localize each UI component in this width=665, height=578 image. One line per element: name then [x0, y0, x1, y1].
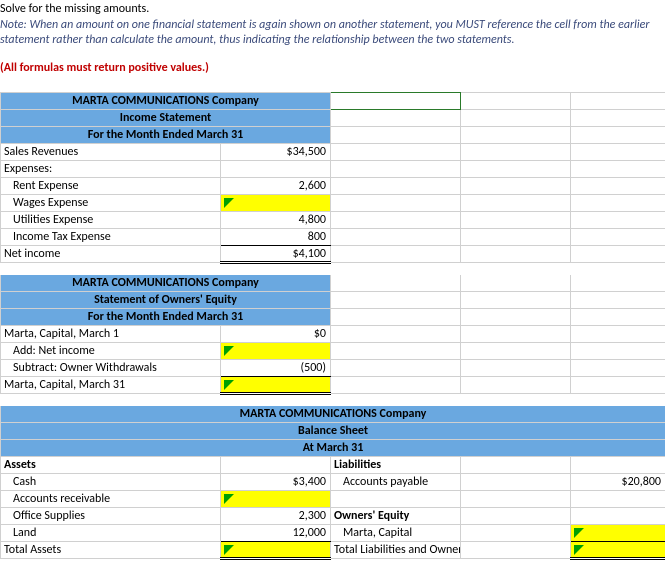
total-le-label[interactable]: Total Liabilities and Owners' Equity [331, 542, 461, 559]
income-title3: For the Month Ended March 31 [1, 127, 331, 144]
instructions-block: Solve for the missing amounts. Note: Whe… [0, 0, 665, 92]
balance-title2: Balance Sheet [1, 423, 665, 440]
util-label[interactable]: Utilities Expense [1, 212, 221, 229]
equity-title2: Statement of Owners' Equity [1, 292, 331, 309]
tax-val[interactable]: 800 [221, 229, 331, 246]
expenses-label[interactable]: Expenses: [1, 161, 221, 178]
cap-begin-label[interactable]: Marta, Capital, March 1 [1, 326, 221, 343]
income-title1: MARTA COMMUNICATIONS Company [1, 93, 331, 110]
cash-label[interactable]: Cash [1, 474, 221, 491]
rent-label[interactable]: Rent Expense [1, 178, 221, 195]
ap-label[interactable]: Accounts payable [331, 474, 461, 491]
instruction-note: Note: When an amount on one financial st… [0, 18, 665, 49]
net-val[interactable]: $4,100 [221, 246, 331, 263]
instruction-warning: (All formulas must return positive value… [0, 61, 665, 77]
cash-val[interactable]: $3,400 [221, 474, 331, 491]
marker-icon [224, 492, 234, 506]
total-le-missing[interactable] [571, 542, 665, 559]
marker-icon [574, 543, 584, 557]
withdraw-val[interactable]: (500) [221, 360, 331, 377]
equity-title1: MARTA COMMUNICATIONS Company [1, 275, 331, 292]
marta-cap-missing[interactable] [571, 525, 665, 542]
add-net-label[interactable]: Add: Net income [1, 343, 221, 360]
equity-title3: For the Month Ended March 31 [1, 309, 331, 326]
spreadsheet-grid[interactable]: MARTA COMMUNICATIONS Company Income Stat… [0, 92, 665, 560]
cap-begin-val[interactable]: $0 [221, 326, 331, 343]
marker-icon [574, 526, 584, 540]
marker-icon [224, 543, 234, 557]
assets-hdr[interactable]: Assets [1, 457, 221, 474]
ap-val[interactable]: $20,800 [571, 474, 665, 491]
cap-end-missing[interactable] [221, 377, 331, 394]
oe-hdr[interactable]: Owners' Equity [331, 508, 461, 525]
marker-icon [224, 196, 234, 210]
ar-label[interactable]: Accounts receivable [1, 491, 221, 508]
balance-title3: At March 31 [1, 440, 665, 457]
rent-val[interactable]: 2,600 [221, 178, 331, 195]
net-label[interactable]: Net income [1, 246, 221, 263]
land-val[interactable]: 12,000 [221, 525, 331, 542]
instruction-line1: Solve for the missing amounts. [0, 2, 665, 18]
supplies-val[interactable]: 2,300 [221, 508, 331, 525]
wages-missing[interactable] [221, 195, 331, 212]
cap-end-label[interactable]: Marta, Capital, March 31 [1, 377, 221, 394]
liab-hdr[interactable]: Liabilities [331, 457, 461, 474]
marker-icon [224, 344, 234, 358]
ar-missing[interactable] [221, 491, 331, 508]
marta-cap-label[interactable]: Marta, Capital [331, 525, 461, 542]
add-net-missing[interactable] [221, 343, 331, 360]
wages-label[interactable]: Wages Expense [1, 195, 221, 212]
balance-title1: MARTA COMMUNICATIONS Company [1, 406, 665, 423]
selected-cell[interactable] [331, 93, 461, 110]
sales-rev-label[interactable]: Sales Revenues [1, 144, 221, 161]
sales-rev-val[interactable]: $34,500 [221, 144, 331, 161]
total-assets-missing[interactable] [221, 542, 331, 559]
supplies-label[interactable]: Office Supplies [1, 508, 221, 525]
withdraw-label[interactable]: Subtract: Owner Withdrawals [1, 360, 221, 377]
util-val[interactable]: 4,800 [221, 212, 331, 229]
tax-label[interactable]: Income Tax Expense [1, 229, 221, 246]
income-title2: Income Statement [1, 110, 331, 127]
total-assets-label[interactable]: Total Assets [1, 542, 221, 559]
land-label[interactable]: Land [1, 525, 221, 542]
marker-icon [224, 378, 234, 392]
